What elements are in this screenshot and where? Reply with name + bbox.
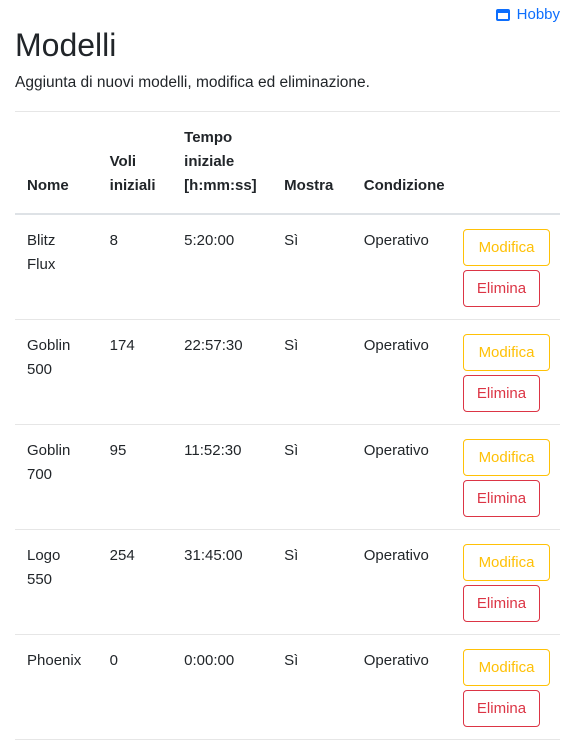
- cell-actions: Modifica Elimina: [463, 425, 560, 530]
- page-title: Modelli: [15, 27, 117, 63]
- table-row: Blitz Flux 8 5:20:00 Sì Operativo Modifi…: [15, 214, 560, 320]
- edit-button[interactable]: Modifica: [463, 649, 550, 686]
- models-table: Nome Voli iniziali Tempo iniziale [h:mm:…: [15, 111, 560, 740]
- delete-button[interactable]: Elimina: [463, 585, 540, 622]
- edit-button[interactable]: Modifica: [463, 229, 550, 266]
- column-header-tempo: Tempo iniziale [h:mm:ss]: [184, 129, 257, 194]
- table-row: Goblin 700 95 11:52:30 Sì Operativo Modi…: [15, 425, 560, 530]
- cell-nome: Logo 550: [27, 547, 61, 588]
- cell-nome: Blitz Flux: [27, 232, 56, 273]
- delete-button[interactable]: Elimina: [463, 480, 540, 517]
- cell-tempo: 22:57:30: [184, 337, 243, 354]
- edit-button[interactable]: Modifica: [463, 439, 550, 476]
- cell-voli: 8: [109, 232, 118, 249]
- cell-actions: Modifica Elimina: [463, 214, 560, 320]
- column-header-voli: Voli iniziali: [109, 153, 156, 194]
- cell-tempo: 31:45:00: [184, 547, 243, 564]
- edit-button[interactable]: Modifica: [463, 544, 550, 581]
- cell-voli: 95: [109, 442, 127, 459]
- table-header-row: Nome Voli iniziali Tempo iniziale [h:mm:…: [15, 111, 560, 215]
- cell-mostra: Sì: [284, 337, 299, 354]
- cell-voli: 174: [109, 337, 135, 354]
- cell-condizione: Operativo: [363, 652, 429, 669]
- delete-button[interactable]: Elimina: [463, 690, 540, 727]
- table-row: Goblin 500 174 22:57:30 Sì Operativo Mod…: [15, 320, 560, 425]
- cell-tempo: 5:20:00: [184, 232, 235, 249]
- page-subtitle: Aggiunta di nuovi modelli, modifica ed e…: [15, 74, 370, 91]
- column-header-nome: Nome: [27, 177, 69, 194]
- hobby-link-label: Hobby: [516, 6, 560, 23]
- edit-button[interactable]: Modifica: [463, 334, 550, 371]
- cell-mostra: Sì: [284, 232, 299, 249]
- column-header-mostra: Mostra: [284, 177, 334, 194]
- delete-button[interactable]: Elimina: [463, 270, 540, 307]
- table-row: Phoenix 0 0:00:00 Sì Operativo Modifica …: [15, 635, 560, 740]
- cell-actions: Modifica Elimina: [463, 530, 560, 635]
- cell-mostra: Sì: [284, 652, 299, 669]
- cell-nome: Phoenix: [27, 652, 82, 669]
- table-row: Logo 550 254 31:45:00 Sì Operativo Modif…: [15, 530, 560, 635]
- cell-tempo: 11:52:30: [184, 442, 242, 459]
- cell-voli: 0: [109, 652, 118, 669]
- cell-actions: Modifica Elimina: [463, 635, 560, 740]
- window-icon: [495, 8, 510, 21]
- cell-condizione: Operativo: [363, 337, 429, 354]
- cell-condizione: Operativo: [363, 547, 429, 564]
- cell-mostra: Sì: [284, 547, 299, 564]
- cell-nome: Goblin 700: [27, 442, 71, 483]
- cell-condizione: Operativo: [363, 232, 429, 249]
- cell-mostra: Sì: [284, 442, 299, 459]
- column-header-actions: [463, 112, 560, 215]
- column-header-condizione: Condizione: [363, 177, 445, 194]
- cell-nome: Goblin 500: [27, 337, 71, 378]
- cell-tempo: 0:00:00: [184, 652, 235, 669]
- cell-condizione: Operativo: [363, 442, 429, 459]
- delete-button[interactable]: Elimina: [463, 375, 540, 412]
- hobby-link[interactable]: Hobby: [495, 6, 560, 23]
- cell-actions: Modifica Elimina: [463, 320, 560, 425]
- cell-voli: 254: [109, 547, 135, 564]
